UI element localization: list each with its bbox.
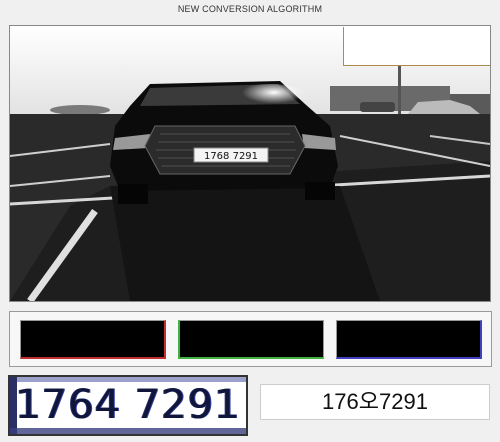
car-plate-text: 1768 7291 (204, 151, 258, 162)
red-channel-view (20, 320, 166, 359)
camera-image: 1768 7291 (9, 25, 491, 302)
recognized-plate-output: 176오7291 (260, 384, 490, 420)
car-photo-icon: 1768 7291 (10, 26, 490, 301)
window-title: NEW CONVERSION ALGORITHM (177, 4, 323, 14)
inset-panel (343, 27, 490, 66)
blue-channel-view (336, 320, 482, 359)
plate-crop-image: 1764 7291 (8, 375, 248, 436)
green-channel-view (178, 320, 324, 359)
plate-crop-text: 1764 7291 (15, 382, 241, 428)
channel-panel (9, 311, 492, 367)
